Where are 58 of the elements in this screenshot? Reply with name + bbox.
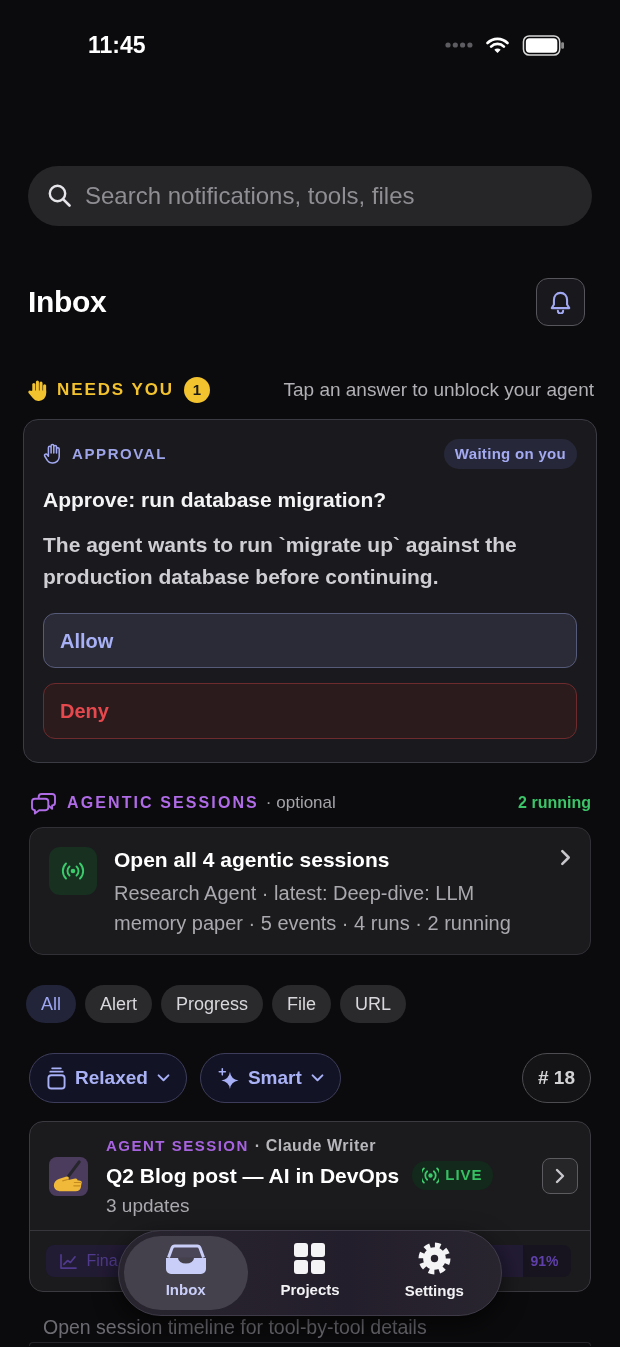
filter-chip[interactable]: Alert — [85, 985, 153, 1023]
stack-icon — [47, 1066, 66, 1090]
inbox-tray-icon — [165, 1243, 206, 1274]
battery-icon — [522, 34, 565, 56]
update-count: 3 updates — [106, 1194, 191, 1217]
count-badge: 1 — [183, 377, 210, 403]
status-time: 11:45 — [88, 30, 146, 60]
status-badge: Waiting on you — [443, 439, 577, 469]
broadcast-icon — [49, 847, 97, 895]
request-description: The agent wants to run `migrate up` against the production database before continuing. — [43, 532, 518, 590]
card-title: Open all 4 agentic sessions — [114, 847, 391, 873]
hand-icon — [43, 443, 61, 465]
chevron-down-icon — [156, 1074, 170, 1082]
chevron-down-icon — [310, 1074, 324, 1082]
gear-icon — [417, 1242, 451, 1276]
optional-note: · optional — [265, 792, 336, 815]
category-label: AGENT SESSION — [106, 1135, 249, 1156]
filter-chip[interactable]: URL — [340, 985, 407, 1023]
chat-bubbles-icon — [30, 791, 57, 815]
grid-icon — [294, 1243, 326, 1275]
source-label: · Claude Writer — [254, 1135, 376, 1156]
card-description: Research Agent · latest: Deep-dive: LLM memory paper · 5 events · 4 runs · 2 running — [114, 881, 512, 936]
chart-icon — [59, 1253, 77, 1269]
hand-icon — [28, 379, 47, 401]
allow-button[interactable]: Allow — [43, 613, 577, 668]
open-button[interactable] — [541, 1158, 578, 1194]
sparkle-icon — [217, 1067, 239, 1089]
sort-dropdown[interactable]: Smart — [199, 1053, 341, 1103]
section-label: AGENTIC SESSIONS — [67, 793, 259, 813]
session-title: Q2 Blog post — AI in DevOps — [106, 1162, 400, 1189]
section-label: NEEDS YOU — [57, 379, 174, 402]
tab-button[interactable]: Inbox — [123, 1235, 248, 1310]
signal-icon — [445, 42, 473, 48]
hint-text: Open session timeline for tool-by-tool details — [42, 1316, 428, 1338]
density-dropdown[interactable]: Relaxed — [29, 1053, 187, 1103]
filter-chip[interactable]: Progress — [161, 985, 264, 1023]
search-field[interactable]: Search notifications, tools, files — [28, 166, 592, 226]
category-label: APPROVAL — [72, 443, 168, 464]
chevron-right-icon — [554, 1168, 565, 1184]
sessions-card[interactable]: Open all 4 agentic sessions Research Agent · latest: Deep-dive: LLM memory paper · 5 events · 4 runs · 2 running — [29, 827, 591, 955]
page-title: Inbox — [28, 284, 107, 320]
request-title: Approve: run database migration? — [43, 487, 388, 513]
live-label: LIVE — [445, 1165, 483, 1186]
bell-icon — [550, 290, 571, 314]
chevron-right-icon — [560, 849, 571, 866]
search-icon — [48, 184, 71, 207]
hint-text: Tap an answer to unblock your agent — [283, 377, 594, 402]
count-button[interactable]: # 18 — [522, 1053, 591, 1103]
filter-chip[interactable]: File — [272, 985, 332, 1023]
bell-button[interactable] — [536, 278, 585, 326]
filter-chip[interactable]: All — [26, 985, 76, 1023]
deny-button[interactable]: Deny — [43, 683, 577, 739]
broadcast-icon — [422, 1167, 440, 1184]
progress-percent: 91% — [530, 1251, 559, 1271]
wifi-icon — [485, 36, 510, 54]
writing-hand-icon — [49, 1156, 88, 1196]
progress-label: Fina — [86, 1251, 118, 1271]
running-count: 2 running — [518, 793, 591, 813]
